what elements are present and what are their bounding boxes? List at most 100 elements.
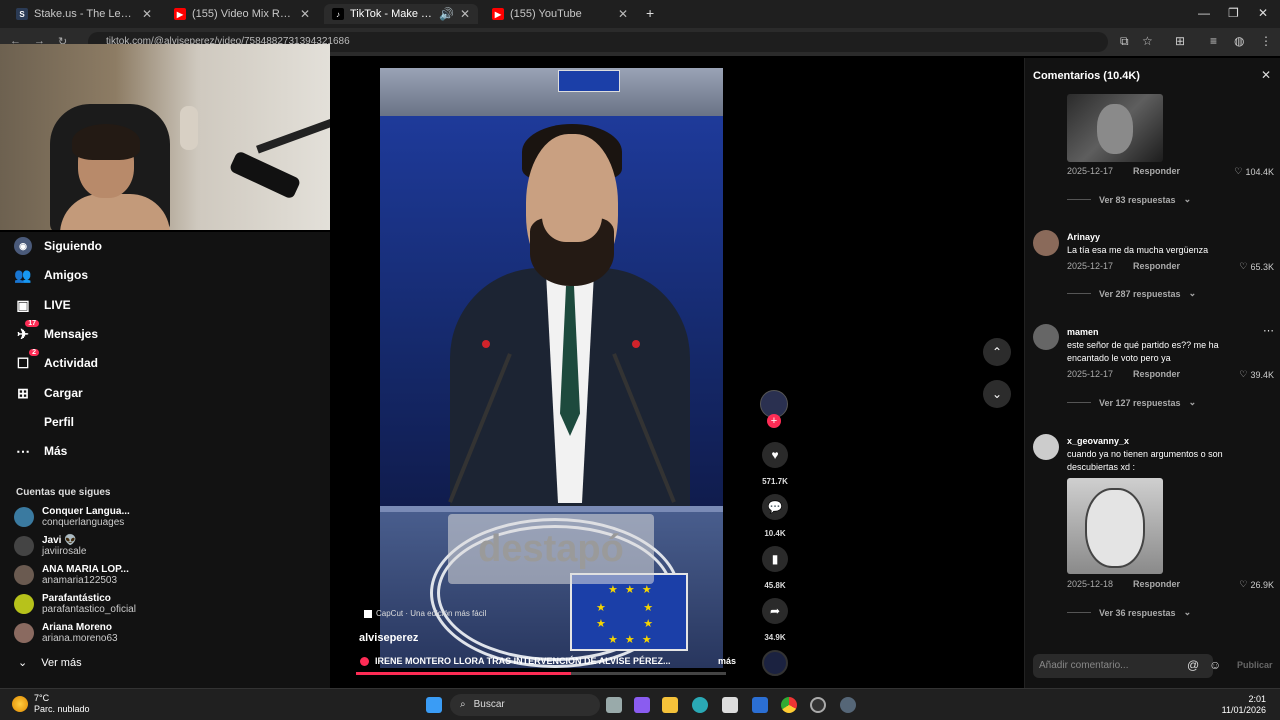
replies-label: Ver 36 respuestas <box>1099 607 1176 618</box>
minimize-icon[interactable]: — <box>1198 6 1210 20</box>
file-explorer-icon[interactable] <box>662 697 678 713</box>
reply-button[interactable]: Responder <box>1133 166 1180 176</box>
edge-icon[interactable] <box>692 697 708 713</box>
emoji-icon[interactable]: ☺ <box>1209 658 1221 672</box>
followed-account[interactable]: Conquer Langua... conquerlanguages <box>14 506 130 528</box>
comment-like[interactable]: ♡ 39.4K <box>1239 369 1274 380</box>
comment-button[interactable]: 💬 <box>762 494 788 520</box>
comment-image[interactable] <box>1067 94 1163 162</box>
video-author[interactable]: alviseperez <box>359 632 418 644</box>
close-tab-icon[interactable]: ✕ <box>618 7 628 21</box>
comments-panel: Comentarios (10.4K) ✕ 2025-12-17 Respond… <box>1024 58 1280 688</box>
windows-start-icon[interactable] <box>426 697 442 713</box>
comment-image[interactable] <box>1067 478 1163 574</box>
menu-dots-icon[interactable]: ⋮ <box>1260 34 1272 48</box>
avatar <box>14 594 34 614</box>
chevron-down-icon: ⌄ <box>1188 397 1197 407</box>
copilot-icon[interactable] <box>634 697 650 713</box>
extensions-icon[interactable]: ⊞ <box>1175 34 1185 48</box>
mic-arm <box>256 118 330 154</box>
store-icon[interactable] <box>722 697 738 713</box>
close-tab-icon[interactable]: ✕ <box>460 7 470 21</box>
system-clock[interactable]: 2:01 11/01/2026 <box>1222 694 1266 716</box>
account-name: Ariana Moreno <box>42 622 113 633</box>
sidebar-item-upload[interactable]: ⊞ Cargar <box>14 384 83 402</box>
sidebar-item-more[interactable]: ⋯ Más <box>14 442 67 460</box>
comment-like[interactable]: ♡ 26.9K <box>1239 579 1274 590</box>
settings-gear-icon[interactable] <box>840 697 856 713</box>
capcut-tag[interactable]: CapCut · Una edición más fácil <box>364 609 486 618</box>
reply-button[interactable]: Responder <box>1133 261 1180 271</box>
taskbar-search[interactable]: ⌕ Buscar <box>450 694 600 716</box>
sidebar-item-live[interactable]: ▣ LIVE <box>14 296 71 314</box>
comment-input[interactable]: Añadir comentario... <box>1033 654 1213 678</box>
view-replies[interactable]: Ver 83 respuestas ⌄ <box>1067 194 1191 205</box>
app-icon[interactable] <box>752 697 768 713</box>
next-video-button[interactable]: ⌄ <box>983 380 1011 408</box>
view-replies[interactable]: Ver 287 respuestas ⌄ <box>1067 288 1196 299</box>
avatar[interactable] <box>1033 434 1059 460</box>
browser-tab-reggaeton[interactable]: ▶ (155) Video Mix Reggaeton Vie ✕ <box>166 4 318 24</box>
close-comments-icon[interactable]: ✕ <box>1261 68 1271 82</box>
browser-tab-stake[interactable]: S Stake.us - The Leading Social C ✕ <box>8 4 160 24</box>
comment-like[interactable]: ♡ 65.3K <box>1239 261 1274 272</box>
video-player[interactable]: ★ ★ ★ ★ ★ ★ ★ ★ ★ ★ destapó <box>380 68 723 668</box>
maximize-icon[interactable]: ❐ <box>1228 6 1239 20</box>
messages-badge: 17 <box>25 320 39 327</box>
mention-icon[interactable]: @ <box>1187 658 1199 672</box>
reply-button[interactable]: Responder <box>1133 579 1180 589</box>
temperature: 7°C <box>34 693 50 703</box>
like-button[interactable]: ♥ <box>762 442 788 468</box>
sidebar-item-messages[interactable]: ✈ 17 Mensajes <box>14 320 98 343</box>
followed-account[interactable]: Parafantástico parafantastico_oficial <box>14 593 136 615</box>
view-replies[interactable]: Ver 127 respuestas ⌄ <box>1067 397 1196 408</box>
comment-like[interactable]: ♡ 104.4K <box>1234 166 1274 177</box>
share-button[interactable]: ➦ <box>762 598 788 624</box>
comment-date: 2025-12-18 <box>1067 579 1114 589</box>
chrome-icon[interactable] <box>781 697 797 713</box>
task-view-icon[interactable] <box>606 697 622 713</box>
followed-account[interactable]: ANA MARIA LOP... anamaria122503 <box>14 564 129 586</box>
weather-widget[interactable]: 7°C Parc. nublado <box>12 693 90 715</box>
speaker-face <box>542 178 602 242</box>
followed-account[interactable]: Javi 👽 javiirosale <box>14 535 86 557</box>
reply-button[interactable]: Responder <box>1133 369 1180 379</box>
avatar[interactable] <box>1033 230 1059 256</box>
sidebar-item-following[interactable]: ◉ Siguiendo <box>14 237 102 255</box>
sidebar-item-activity[interactable]: ☐ 2 Actividad <box>14 349 98 372</box>
bookmark-star-icon[interactable]: ☆ <box>1142 34 1153 48</box>
comment-username[interactable]: x_geovanny_x <box>1067 436 1129 446</box>
avatar[interactable] <box>1033 324 1059 350</box>
install-icon[interactable]: ⧉ <box>1120 34 1129 49</box>
previous-video-button[interactable]: ⌃ <box>983 338 1011 366</box>
reading-list-icon[interactable]: ≡ <box>1210 34 1217 48</box>
followed-account[interactable]: Ariana Moreno ariana.moreno63 <box>14 622 118 644</box>
sidebar-item-friends[interactable]: 👥 Amigos <box>14 266 88 284</box>
follow-plus-icon[interactable]: + <box>767 414 781 428</box>
close-window-icon[interactable]: ✕ <box>1258 6 1268 20</box>
comment-more-icon[interactable]: ⋯ <box>1263 324 1274 337</box>
speaker-icon[interactable]: 🔊 <box>439 7 454 21</box>
app-icon[interactable] <box>810 697 826 713</box>
music-disc-icon[interactable] <box>762 650 788 676</box>
sidebar-item-label: LIVE <box>44 298 71 312</box>
save-button[interactable]: ▮ <box>762 546 788 572</box>
comment-username[interactable]: Arinayy <box>1067 232 1100 242</box>
more-link[interactable]: más <box>718 656 736 666</box>
sidebar-item-profile[interactable]: Perfil <box>14 413 74 431</box>
comment-icon: 💬 <box>767 500 783 514</box>
close-tab-icon[interactable]: ✕ <box>142 7 152 21</box>
comment-username[interactable]: mamen <box>1067 327 1099 337</box>
see-more-button[interactable]: ⌄ Ver más <box>18 656 82 670</box>
account-name: Parafantástico <box>42 593 111 604</box>
new-tab-button[interactable]: + <box>646 5 654 21</box>
profile-avatar-icon[interactable]: ◍ <box>1234 34 1244 48</box>
view-replies[interactable]: Ver 36 respuestas ⌄ <box>1067 607 1191 618</box>
caption-overlay: destapó <box>448 514 654 584</box>
video-progress-bar[interactable] <box>356 672 726 675</box>
browser-tab-tiktok[interactable]: ♪ TikTok - Make Your Day 🔊 ✕ <box>324 4 478 24</box>
comment-date: 2025-12-17 <box>1067 166 1114 176</box>
browser-tab-youtube[interactable]: ▶ (155) YouTube ✕ <box>484 4 636 24</box>
publish-button[interactable]: Publicar <box>1237 660 1273 670</box>
close-tab-icon[interactable]: ✕ <box>300 7 310 21</box>
